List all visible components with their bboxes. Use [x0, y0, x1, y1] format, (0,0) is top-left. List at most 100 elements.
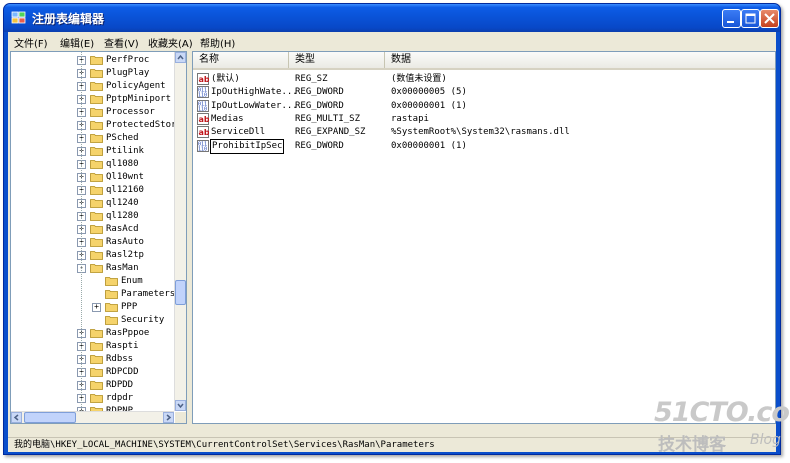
tree-item[interactable]: + RasPppoe: [11, 327, 171, 339]
tree-item-label: ql12160: [106, 185, 144, 195]
value-row[interactable]: ab (默认) REG_SZ (数值未设置): [193, 73, 775, 86]
tree-item[interactable]: + Ql10wnt: [11, 171, 171, 183]
maximize-button[interactable]: [741, 9, 760, 28]
value-name: IpOutHighWate...: [211, 87, 298, 98]
folder-icon: [90, 225, 103, 234]
value-data: rastapi: [391, 113, 429, 124]
scroll-right-button[interactable]: [163, 412, 174, 423]
expand-toggle[interactable]: +: [92, 303, 101, 312]
tree-item[interactable]: Security: [11, 314, 171, 326]
tree-vertical-scrollbar[interactable]: [174, 52, 186, 411]
value-name: Medias: [211, 113, 244, 124]
tree-item[interactable]: + RDPDD: [11, 379, 171, 391]
tree-item[interactable]: + PPP: [11, 301, 171, 313]
tree-item-label: Rdbss: [106, 354, 134, 364]
tree-item[interactable]: + ql12160: [11, 184, 171, 196]
tree-item[interactable]: Enum: [11, 275, 171, 287]
tree-item[interactable]: + Ptilink: [11, 145, 171, 157]
string-value-icon: ab: [197, 112, 210, 125]
tree-item-label: Enum: [121, 276, 143, 286]
value-row[interactable]: ab ServiceDll REG_EXPAND_SZ %SystemRoot%\Sy…: [193, 126, 775, 139]
window-title: 注册表编辑器: [32, 12, 105, 26]
tree-item[interactable]: + Rasl2tp: [11, 249, 171, 261]
tree-item[interactable]: + PerfProc: [11, 54, 171, 66]
close-button[interactable]: [760, 9, 779, 28]
column-header-type[interactable]: 类型: [289, 52, 385, 68]
folder-icon: [90, 95, 103, 104]
tree-item[interactable]: + ProtectedStorag: [11, 119, 186, 131]
tree-item[interactable]: - RasMan: [11, 262, 171, 274]
tree-item-label: RasMan: [106, 263, 139, 273]
tree-item-label: PptpMiniport: [106, 94, 172, 104]
chevron-up-icon: [177, 54, 184, 60]
tree-item-label: ql1240: [106, 198, 139, 208]
tree-item-label: RasAcd: [106, 224, 139, 234]
menu-view[interactable]: 查看(V): [104, 35, 139, 50]
value-data: (数值未设置): [391, 74, 447, 84]
minimize-button[interactable]: [722, 9, 741, 28]
client-area: +RDPWD+RDPNP+rdpdr+RDPDD+RDPCDD+Rdbss+Ra…: [8, 49, 776, 437]
scroll-left-button[interactable]: [11, 412, 22, 423]
tree-item[interactable]: + rdpdr: [11, 392, 171, 404]
folder-icon: [90, 160, 103, 169]
tree-scroll-thumb[interactable]: [175, 280, 186, 305]
close-icon: [764, 13, 775, 24]
tree-item-label: RasPppoe: [106, 328, 150, 338]
tree-item[interactable]: + RDPCDD: [11, 366, 171, 378]
tree-item-label: Processor: [106, 107, 155, 117]
tree-item-label: ql1080: [106, 159, 139, 169]
value-type: REG_DWORD: [295, 140, 344, 151]
tree-item[interactable]: + RasAcd: [11, 223, 171, 235]
tree-item[interactable]: + ql1280: [11, 210, 171, 222]
tree-item[interactable]: + PolicyAgent: [11, 80, 171, 92]
tree-item-label: Ql10wnt: [106, 172, 144, 182]
tree-item[interactable]: + RasAuto: [11, 236, 171, 248]
menu-file[interactable]: 文件(F): [14, 35, 48, 50]
tree-item[interactable]: + PlugPlay: [11, 67, 171, 79]
folder-icon: [90, 69, 103, 78]
column-header-data[interactable]: 数据: [385, 52, 775, 68]
list-header: 名称 类型 数据: [193, 52, 775, 70]
tree-item[interactable]: + PptpMiniport: [11, 93, 171, 105]
value-row[interactable]: 011 110 IpOutLowWater... REG_DWORD 0x0000000…: [193, 99, 775, 113]
tree-item[interactable]: Parameters: [11, 288, 175, 300]
menu-edit[interactable]: 编辑(E): [60, 35, 94, 50]
tree-item[interactable]: + ql1240: [11, 197, 171, 209]
tree-horizontal-scrollbar[interactable]: [11, 411, 174, 423]
value-row[interactable]: 011 110 IpOutHighWate... REG_DWORD 0x0000000…: [193, 86, 775, 99]
folder-icon: [90, 82, 103, 91]
value-data: 0x00000001 (1): [391, 140, 467, 151]
tree-item-label: rdpdr: [106, 393, 134, 403]
value-row[interactable]: 011 110 ProhibitIpSec REG_DWORD 0x00000001 (…: [193, 138, 775, 154]
values-list[interactable]: 名称 类型 数据 ab (默认) REG_SZ (数值未设置) 011 110 IpOutH…: [192, 51, 776, 424]
menu-favorites[interactable]: 收藏夹(A): [148, 35, 193, 50]
tree-item-label: RDPDD: [106, 380, 134, 390]
folder-open-icon: [105, 290, 118, 299]
column-header-name[interactable]: 名称: [193, 52, 289, 68]
chevron-right-icon: [166, 414, 172, 421]
tree-item[interactable]: + ql1080: [11, 158, 171, 170]
value-data: 0x00000005 (5): [391, 87, 467, 98]
folder-icon: [90, 173, 103, 182]
tree-item[interactable]: + Raspti: [11, 340, 171, 352]
svg-text:ab: ab: [199, 115, 210, 124]
folder-icon: [90, 147, 103, 156]
tree-item-label: PSched: [106, 133, 139, 143]
tree-item-label: RDPCDD: [106, 367, 139, 377]
menu-help[interactable]: 帮助(H): [200, 35, 235, 50]
scroll-down-button[interactable]: [175, 400, 186, 411]
chevron-down-icon: [177, 403, 184, 409]
value-row[interactable]: ab Medias REG_MULTI_SZ rastapi: [193, 112, 775, 126]
tree-item[interactable]: + PSched: [11, 132, 171, 144]
tree-item-label: Raspti: [106, 341, 139, 351]
tree-hscroll-thumb[interactable]: [24, 412, 76, 423]
scroll-up-button[interactable]: [175, 52, 186, 63]
tree-item[interactable]: + Processor: [11, 106, 171, 118]
folder-icon: [90, 108, 103, 117]
tree-item[interactable]: + Rdbss: [11, 353, 171, 365]
value-type: REG_EXPAND_SZ: [295, 127, 366, 138]
binary-value-icon: 011110: [197, 86, 209, 99]
binary-value-icon: 011110: [197, 99, 209, 112]
title-bar[interactable]: 注册表编辑器: [4, 4, 780, 32]
registry-tree[interactable]: +RDPWD+RDPNP+rdpdr+RDPDD+RDPCDD+Rdbss+Ra…: [10, 51, 187, 424]
